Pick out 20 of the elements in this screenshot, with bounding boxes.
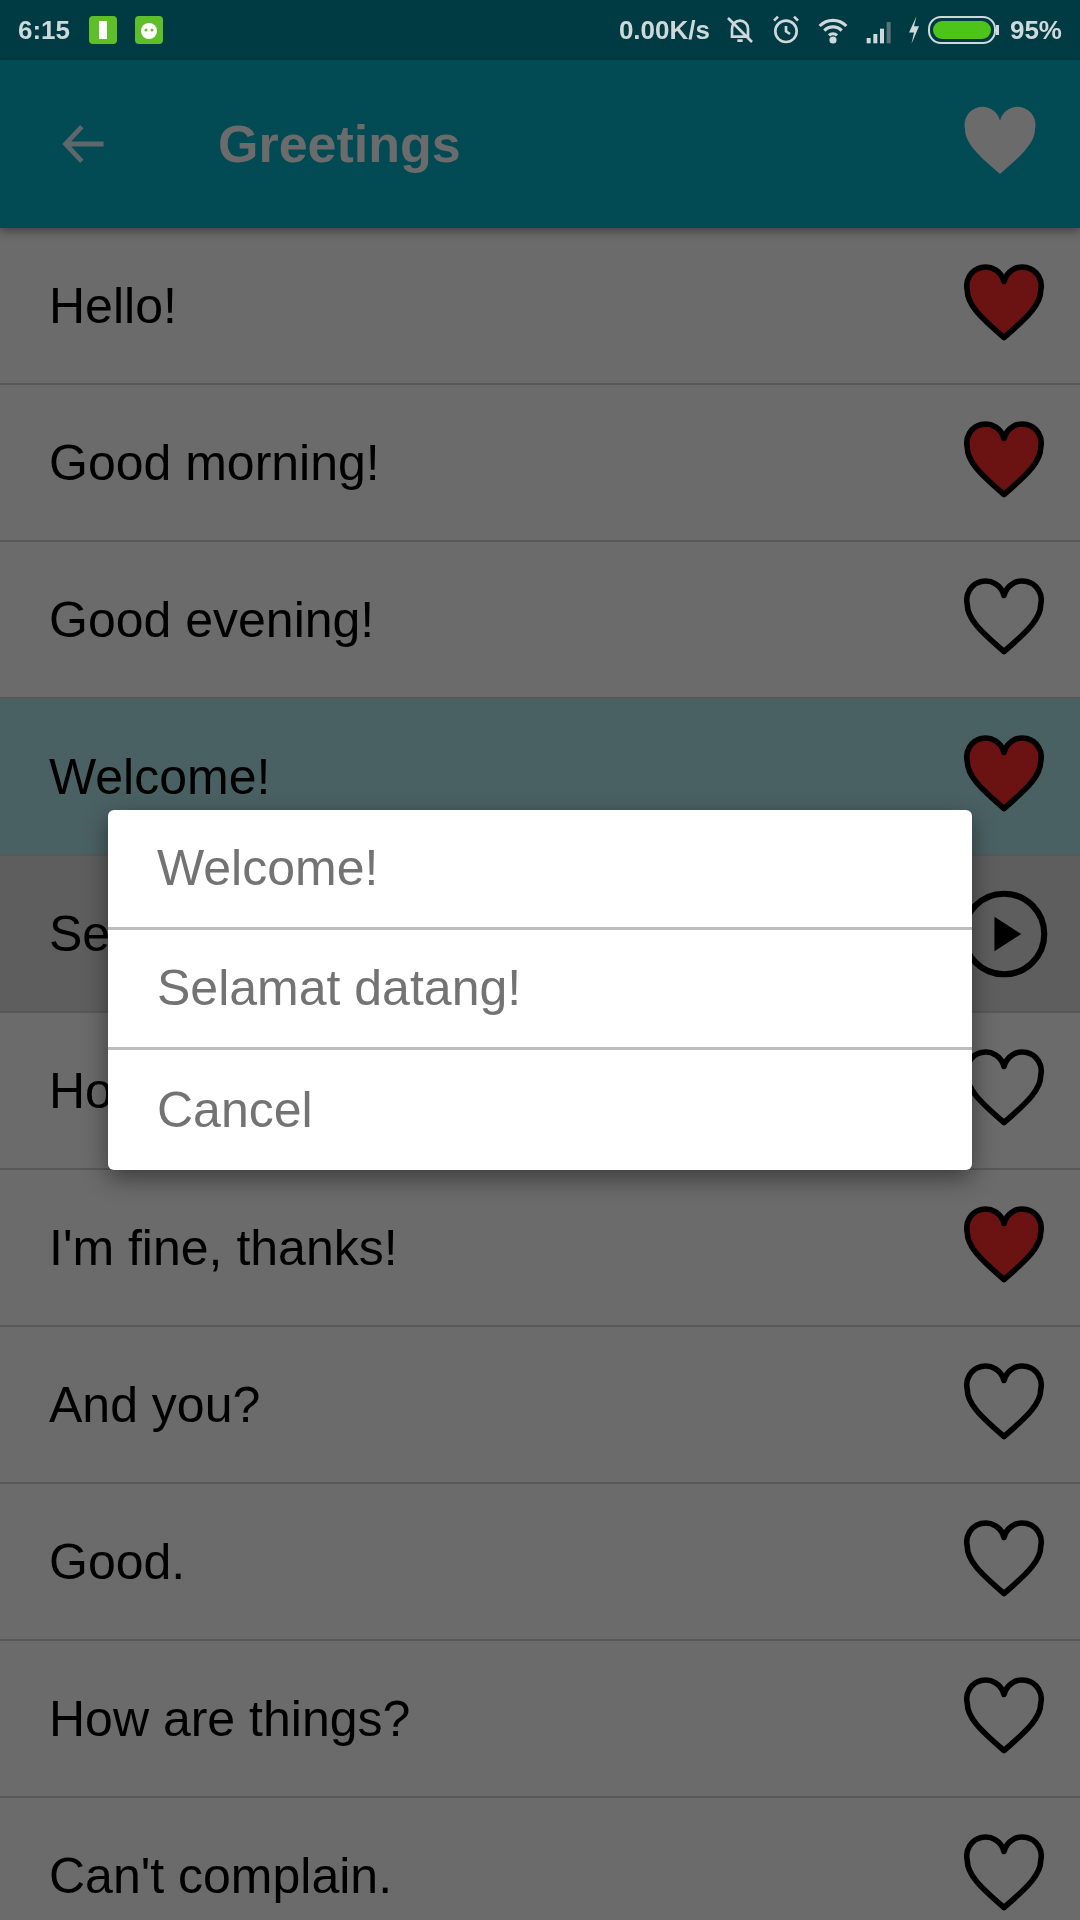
battery-percent: 95% — [1009, 13, 1062, 47]
phrase-text: Good morning! — [49, 433, 380, 492]
phrase-text: Good. — [49, 1532, 186, 1591]
battery-icon — [927, 16, 1000, 44]
phrase-text: Can't complain. — [49, 1846, 393, 1905]
network-speed: 0.00K/s — [618, 13, 710, 47]
phrase-text: And you? — [49, 1375, 261, 1434]
screen-title: Greetings — [218, 114, 461, 175]
dialog-option[interactable]: Welcome! — [108, 810, 972, 930]
phrase-text: Se — [49, 904, 111, 963]
dialog-option[interactable]: Selamat datang! — [108, 930, 972, 1050]
phrase-text: Welcome! — [49, 747, 271, 806]
clock-time: 6:15 — [18, 13, 71, 47]
phrase-text: How are things? — [49, 1689, 411, 1748]
dialog-option[interactable]: Cancel — [108, 1050, 972, 1170]
robot-app-icon — [134, 15, 165, 45]
phrase-text: Hello! — [49, 276, 177, 335]
battery-app-icon — [88, 15, 119, 45]
phrase-text: I'm fine, thanks! — [49, 1218, 398, 1277]
phrase-text: Good evening! — [49, 590, 375, 649]
